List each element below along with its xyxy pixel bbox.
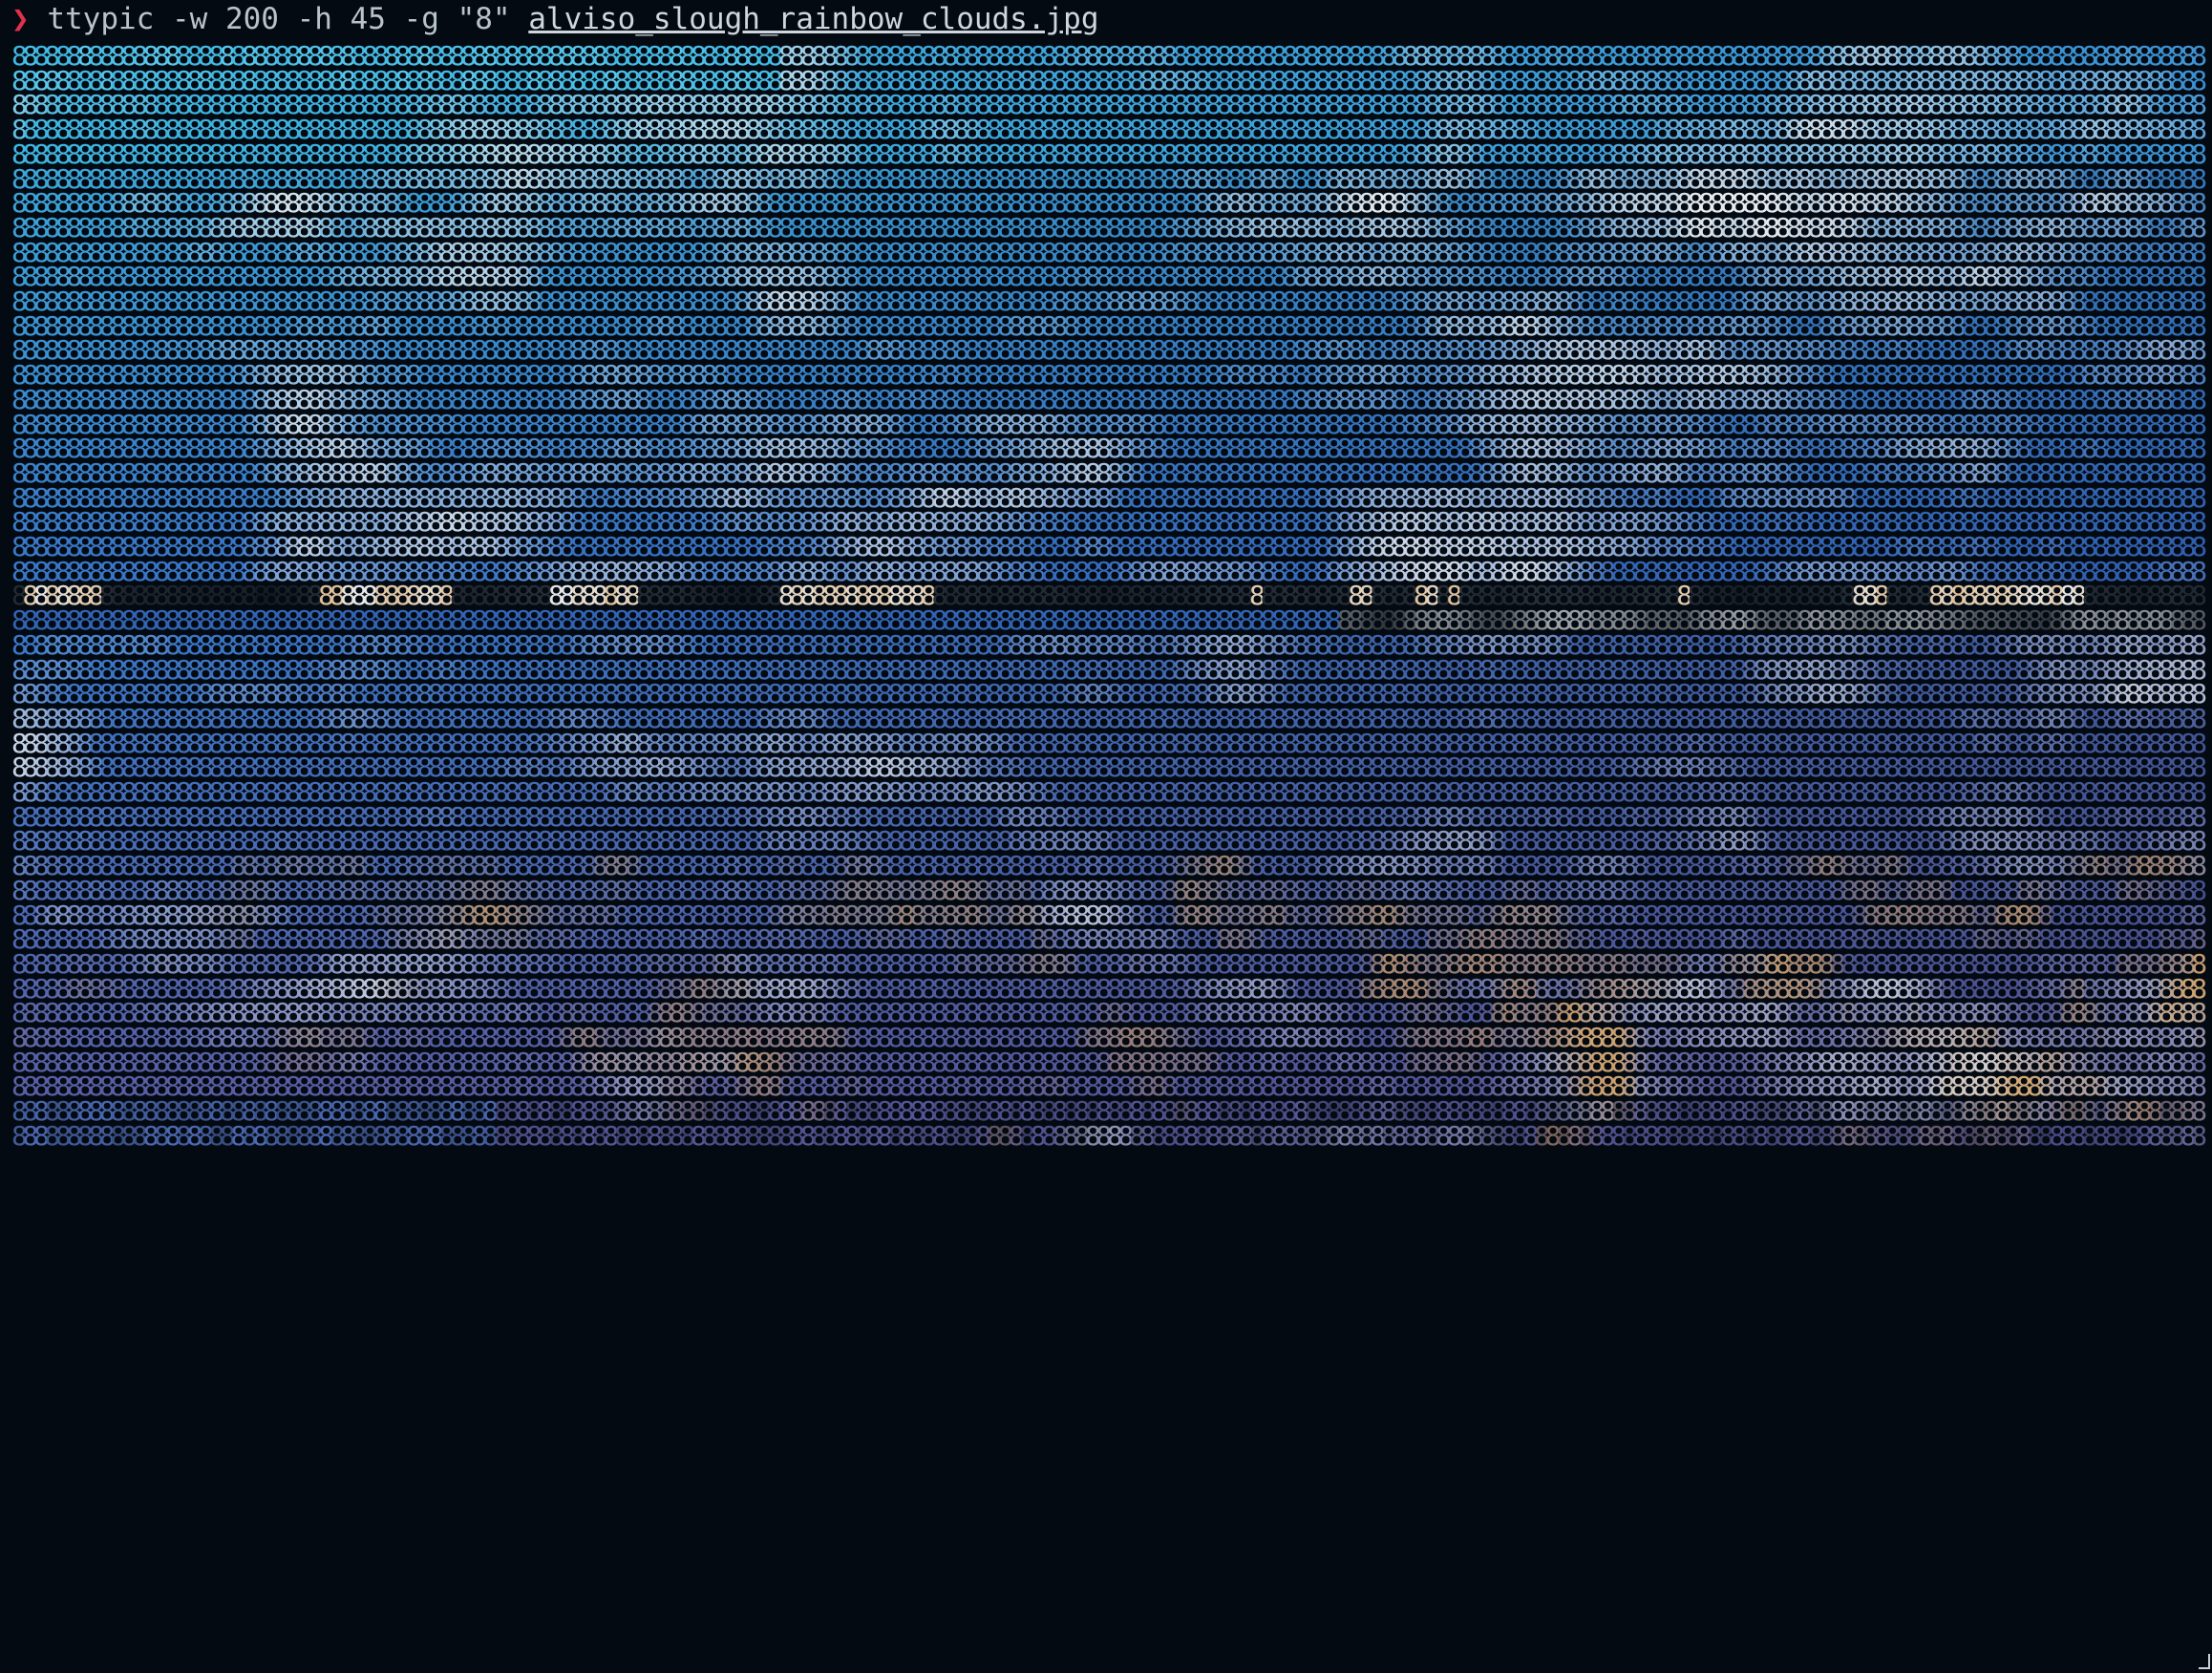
- prompt-symbol: ❯: [11, 2, 30, 36]
- command-text: ttypic -w 200 -h 45 -g "8": [47, 2, 529, 36]
- command-line: ❯ ttypic -w 200 -h 45 -g "8" alviso_slou…: [11, 0, 1099, 38]
- terminal-window[interactable]: ❯ ttypic -w 200 -h 45 -g "8" alviso_slou…: [0, 0, 2212, 1673]
- resize-handle-icon[interactable]: [2199, 1654, 2210, 1669]
- file-argument[interactable]: alviso_slough_rainbow_clouds.jpg: [528, 2, 1098, 36]
- art-row: 8888888888888888888888888888888888888888…: [11, 1119, 2208, 1152]
- ascii-image-output: 8888888888888888888888888888888888888888…: [11, 38, 2208, 1662]
